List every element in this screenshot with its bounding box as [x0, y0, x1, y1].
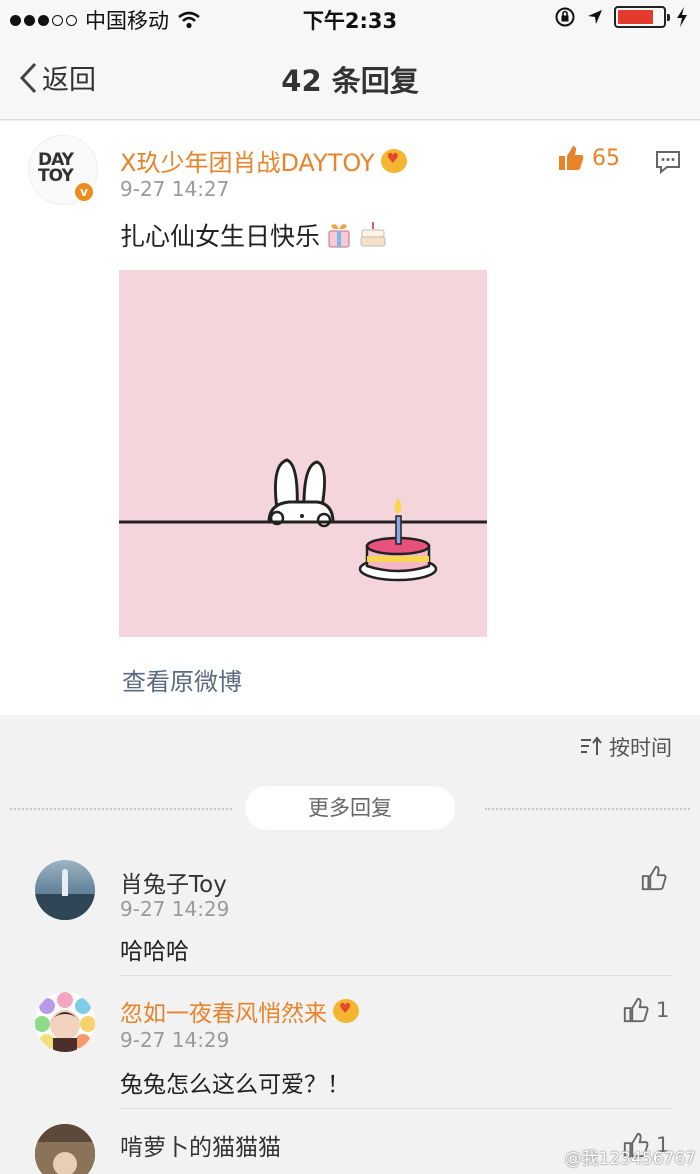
charging-bolt-icon — [677, 7, 687, 27]
like-button[interactable]: 65 — [556, 143, 620, 173]
sort-label: 按时间 — [609, 736, 672, 760]
avatar[interactable] — [35, 992, 95, 1052]
comment-button[interactable] — [654, 149, 682, 179]
verified-badge-icon: v — [73, 181, 95, 203]
reply-like-button[interactable] — [640, 864, 674, 892]
original-comment: DAY TOY v X玖少年团肖战DAYTOY 9-27 14:27 65 扎心… — [0, 121, 700, 715]
avatar-photo — [35, 1124, 95, 1174]
battery-icon — [614, 6, 670, 28]
post-timestamp: 9-27 14:27 — [120, 177, 230, 201]
thumbs-up-outline-icon — [623, 997, 649, 1023]
view-original-weibo-link[interactable]: 查看原微博 — [122, 662, 242, 697]
more-replies-button[interactable]: 更多回复 — [245, 786, 455, 830]
sort-icon — [581, 736, 602, 755]
post-text: 扎心仙女生日快乐 — [120, 217, 388, 253]
avatar[interactable] — [35, 860, 95, 920]
post-image[interactable] — [119, 270, 487, 637]
reply-timestamp: 9-27 14:29 — [120, 897, 230, 921]
more-replies-row: 更多回复 — [0, 786, 700, 832]
divider-left — [10, 808, 232, 810]
rotation-lock-icon — [555, 7, 575, 27]
avatar-photo — [35, 992, 95, 1052]
divider-right — [485, 808, 690, 810]
reply-text: 哈哈哈 — [120, 939, 189, 965]
comment-bubble-icon — [656, 151, 680, 175]
reply-like-count: 1 — [656, 998, 670, 1022]
status-right — [554, 6, 688, 28]
vip-crown-icon — [333, 999, 359, 1023]
reply-like-button[interactable]: 1 — [622, 996, 669, 1024]
avatar-logo: DAY TOY — [38, 150, 74, 186]
like-count: 65 — [592, 145, 620, 171]
vip-crown-icon — [380, 148, 407, 173]
status-bar: 中国移动 下午2:33 — [0, 0, 700, 36]
page-title: 42 条回复 — [281, 64, 419, 98]
reply-text: 兔兔怎么这么可爱？！ — [120, 1072, 350, 1098]
battery-level — [618, 10, 654, 24]
gift-emoji-icon — [328, 224, 350, 248]
author-name-text: X玖少年团肖战DAYTOY — [120, 149, 375, 177]
avatar[interactable] — [35, 1124, 95, 1174]
cake-emoji-icon — [360, 222, 386, 247]
thumbs-up-icon — [559, 146, 584, 170]
bunny-cake-illustration — [119, 270, 487, 637]
reply-item: 肖兔子Toy 9-27 14:29 哈哈哈 — [0, 850, 700, 976]
reply-author[interactable]: 肖兔子Toy — [120, 865, 227, 899]
reply-author-text: 忽如一夜春风悄然来 — [120, 1001, 327, 1027]
sort-by-time-button[interactable]: 按时间 — [579, 732, 672, 762]
reply-timestamp: 9-27 14:29 — [120, 1028, 230, 1052]
weibo-replies-screen: 中国移动 下午2:33 返回 42 条回复 DAY TOY v X玖少年团肖战D… — [0, 0, 700, 1174]
watermark: @我123456767 — [564, 1149, 696, 1169]
reply-author[interactable]: 忽如一夜春风悄然来 — [120, 994, 359, 1028]
reply-item: 忽如一夜春风悄然来 9-27 14:29 兔兔怎么这么可爱？！ 1 — [0, 976, 700, 1109]
avatar-photo — [35, 869, 95, 920]
author-name[interactable]: X玖少年团肖战DAYTOY — [120, 143, 407, 178]
navigation-bar: 返回 42 条回复 — [0, 36, 700, 120]
location-arrow-icon — [588, 10, 602, 24]
thumbs-up-outline-icon — [641, 865, 667, 891]
post-text-content: 扎心仙女生日快乐 — [120, 222, 321, 251]
reply-author[interactable]: 啃萝卜的猫猫猫 — [120, 1128, 281, 1162]
